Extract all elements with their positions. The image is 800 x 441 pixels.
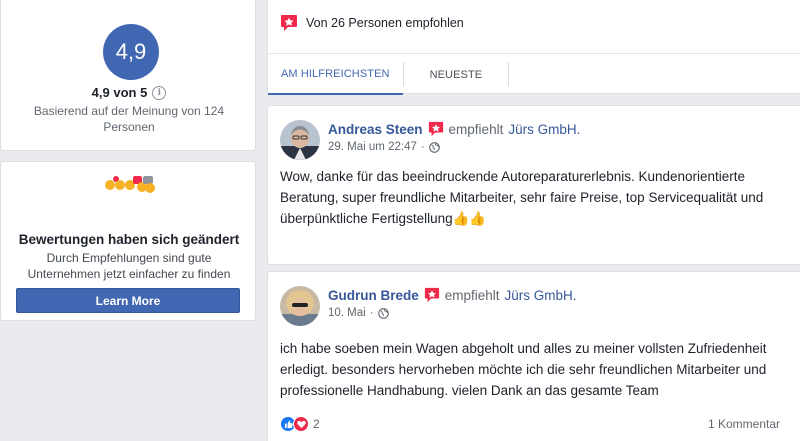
tab-divider bbox=[508, 62, 510, 86]
reviewer-name[interactable]: Andreas Steen bbox=[328, 122, 423, 137]
review-meta: 29. Mai um 22:47 · bbox=[328, 141, 440, 153]
tab-newest[interactable]: NEUESTE bbox=[404, 54, 509, 95]
recommendations-count: Von 26 Personen empfohlen bbox=[306, 16, 464, 30]
recommend-icon bbox=[428, 121, 443, 137]
reviews-changed-title: Bewertungen haben sich geändert bbox=[18, 232, 240, 247]
rating-basis: Basierend auf der Meinung von 124 Person… bbox=[33, 104, 225, 134]
learn-more-button[interactable]: Learn More bbox=[16, 288, 240, 313]
page-link[interactable]: Jürs GmbH. bbox=[505, 288, 577, 303]
review-post: Gudrun Brede empfiehlt Jürs GmbH. 10. Ma… bbox=[267, 271, 800, 441]
reactions-summary[interactable]: 2 bbox=[280, 416, 320, 432]
rating-score-circle: 4,9 bbox=[103, 24, 159, 80]
page-link[interactable]: Jürs GmbH. bbox=[508, 122, 580, 137]
recommends-text: empfiehlt bbox=[444, 287, 500, 303]
review-header: Andreas Steen empfiehlt Jürs GmbH. bbox=[328, 121, 580, 137]
meta-separator: · bbox=[420, 141, 425, 153]
recommend-icon bbox=[281, 15, 297, 31]
review-header: Gudrun Brede empfiehlt Jürs GmbH. bbox=[328, 287, 577, 303]
review-text: Wow, danke für das beeindruckende Autore… bbox=[280, 169, 764, 226]
globe-icon bbox=[428, 141, 440, 153]
reaction-emojis-icon bbox=[103, 174, 155, 193]
review-date[interactable]: 29. Mai um 22:47 bbox=[328, 141, 417, 153]
review-tabs: AM HILFREICHSTEN NEUESTE bbox=[268, 53, 800, 95]
rating-card: 4,9 4,9 von 5 i Basierend auf der Meinun… bbox=[0, 0, 256, 151]
review-post: Andreas Steen empfiehlt Jürs GmbH. 29. M… bbox=[267, 105, 800, 265]
reviewer-name[interactable]: Gudrun Brede bbox=[328, 288, 419, 303]
avatar[interactable] bbox=[280, 120, 320, 160]
review-text: ich habe soeben mein Wagen abgeholt und … bbox=[280, 341, 767, 398]
avatar[interactable] bbox=[280, 286, 320, 326]
recommends-text: empfiehlt bbox=[448, 121, 504, 137]
reaction-count: 2 bbox=[313, 417, 320, 431]
globe-icon bbox=[377, 307, 389, 319]
recommend-icon bbox=[424, 287, 439, 303]
love-icon bbox=[293, 416, 309, 432]
meta-separator: · bbox=[369, 307, 374, 319]
recommendations-card: Von 26 Personen empfohlen AM HILFREICHST… bbox=[267, 0, 800, 95]
reviews-changed-description: Durch Empfehlungen sind gute Unternehmen… bbox=[27, 251, 231, 281]
rating-summary-line: 4,9 von 5 i bbox=[1, 85, 257, 100]
info-icon[interactable]: i bbox=[152, 85, 167, 100]
tab-most-helpful[interactable]: AM HILFREICHSTEN bbox=[268, 54, 403, 95]
review-meta: 10. Mai · bbox=[328, 307, 389, 319]
comment-count-link[interactable]: 1 Kommentar bbox=[708, 417, 780, 431]
reviews-changed-card: Bewertungen haben sich geändert Durch Em… bbox=[0, 161, 256, 321]
recommendations-header: Von 26 Personen empfohlen bbox=[280, 14, 464, 32]
review-date[interactable]: 10. Mai bbox=[328, 307, 366, 319]
rating-summary: 4,9 von 5 bbox=[91, 85, 148, 100]
